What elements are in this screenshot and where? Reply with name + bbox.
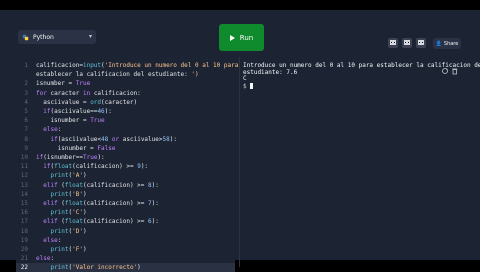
line-number: 22 [20,264,28,272]
avatar[interactable] [416,38,426,48]
code-editor[interactable]: 1 calificacion=input('Introduce un numero… [16,53,239,272]
code-text: asciivalue = ord(caracter) [36,98,138,106]
code-line[interactable]: 4 asciivalue = ord(caracter) [16,98,235,107]
code-text: if(asciivalue<48 or asciivalue>58): [50,135,177,143]
panel-divider[interactable] [239,57,240,267]
code-text: isnumber = False [36,144,116,152]
share-label: Share [443,40,459,47]
code-line[interactable]: 7 else: [16,125,235,134]
text-cursor [250,82,254,89]
code-line[interactable]: 19 else: [16,236,235,245]
line-number: 4 [24,98,28,106]
code-line[interactable]: 8 if(asciivalue<48 or asciivalue>58): [16,135,235,144]
avatar[interactable] [402,38,412,48]
code-line[interactable]: 10 if(isnumber==True): [16,153,235,162]
add-user-icon: 👤 [435,40,442,47]
line-number: 6 [24,117,28,125]
code-line[interactable]: 18 print('D') [16,227,235,236]
code-text: print('D') [50,227,87,235]
language-selector[interactable]: Python ▾ [18,30,96,44]
code-text: print('Valor incorrecto') [50,264,141,272]
line-number: 14 [20,190,28,198]
avatar[interactable] [388,38,398,48]
code-text: if(asciivalue==46): [43,108,112,115]
chevron-down-icon: ▾ [88,33,92,40]
line-number: 16 [20,209,28,217]
line-number: 1 [24,62,28,69]
code-text: for caracter in calificacion: [36,89,141,97]
code-line[interactable]: 14 print('B') [16,190,235,199]
language-label: Python [33,33,54,41]
code-text: else: [36,255,55,263]
trash-icon[interactable] [452,68,458,75]
code-line[interactable]: 3 for caracter in calificacion: [16,89,235,98]
line-number: 3 [24,89,28,97]
line-number: 13 [20,181,28,189]
code-text: if(isnumber==True): [36,154,105,161]
share-button[interactable]: 👤 Share [433,38,461,49]
code-text: print('B') [50,190,87,198]
console-output[interactable]: Introduce un numero del 0 al 10 para est… [243,62,480,263]
code-text: if(float(calificacion) >= 9): [43,163,149,171]
code-line[interactable]: 5 if(asciivalue==46): [16,107,235,116]
code-text: elif (float(calificacion) >= 8): [43,181,159,189]
line-number: 19 [20,236,28,244]
top-toolbar: Python ▾ Run 👤 Share [0,10,480,51]
refresh-icon[interactable] [442,68,448,74]
code-text: else: [43,126,62,134]
code-line[interactable]: 9 isnumber = False [16,144,235,153]
line-number: 11 [20,163,28,171]
console-prompt: $ [243,82,247,90]
run-button[interactable]: Run [219,24,264,51]
code-line[interactable]: establecer la calificacion del estudiant… [16,70,235,79]
code-text: print('C') [50,209,87,217]
line-number: 20 [20,246,28,253]
line-number: 9 [24,144,28,152]
run-label: Run [239,33,254,42]
python-icon [22,34,29,40]
code-line[interactable]: 17 elif (float(calificacion) >= 6): [16,217,235,226]
repl-workspace: Python ▾ Run 👤 Share 1 calificacion=input… [0,10,480,272]
code-line[interactable]: 16 print('C') [16,208,235,217]
code-line[interactable]: 21 else: [16,254,235,263]
code-line[interactable]: 20 print('F') [16,245,235,254]
console-prompt-row: $ [243,82,463,91]
code-text: isnumber = True [36,80,91,88]
code-line[interactable]: 13 elif (float(calificacion) >= 8): [16,181,235,190]
console-toolbar [442,68,458,75]
code-text: else: [43,236,62,244]
line-number: 8 [24,135,28,143]
line-number: 7 [24,126,28,134]
code-line[interactable]: 11 if(float(calificacion) >= 9): [16,162,235,171]
line-number: 17 [20,218,28,226]
code-line[interactable]: 22 print('Valor incorrecto') [16,263,235,272]
code-text: establecer la calificacion del estudiant… [36,71,199,79]
line-number: 15 [20,200,28,207]
code-text: elif (float(calificacion) >= 7): [43,200,159,207]
line-number: 5 [24,108,28,115]
code-text: calificacion=input('Introduce un numero … [36,62,239,69]
code-line[interactable]: 6 isnumber = True [16,116,235,125]
code-line[interactable]: 1 calificacion=input('Introduce un numero… [16,61,239,70]
line-number: 2 [24,80,28,88]
code-text: print('F') [50,246,87,253]
code-text: print('A') [50,172,87,180]
line-number: 12 [20,172,28,180]
code-line[interactable]: 15 elif (float(calificacion) >= 7): [16,199,235,208]
line-number: 18 [20,227,28,235]
line-number: 10 [20,154,28,161]
play-icon [229,34,235,41]
line-number: 21 [20,255,28,263]
code-text: isnumber = True [36,117,105,125]
code-line[interactable]: 2 isnumber = True [16,79,235,88]
code-text: elif (float(calificacion) >= 6): [43,218,159,226]
code-line[interactable]: 12 print('A') [16,171,235,180]
